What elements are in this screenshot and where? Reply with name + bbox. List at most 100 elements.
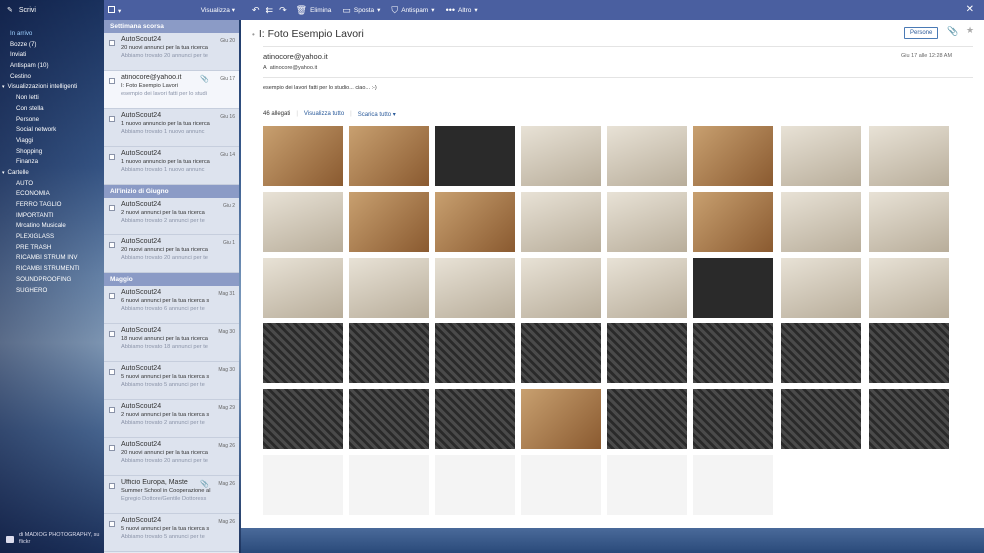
sender-name[interactable]: atinocore@yahoo.it — [263, 52, 328, 61]
paperclip-icon[interactable]: 📎 — [947, 26, 958, 37]
attachment-thumbnail[interactable] — [263, 323, 343, 383]
nav-item[interactable]: ▾ Cartelle — [0, 168, 104, 179]
attachment-thumbnail[interactable] — [693, 389, 773, 449]
attachment-thumbnail[interactable] — [869, 258, 949, 318]
delete-button[interactable]: 🗑 Elimina — [296, 5, 332, 16]
spam-button[interactable]: ⛉ Antispam ▾ — [391, 5, 434, 16]
attachment-thumbnail[interactable] — [349, 258, 429, 318]
attachment-thumbnail[interactable] — [435, 455, 515, 515]
message-checkbox[interactable] — [109, 369, 115, 376]
nav-item[interactable]: Finanza — [0, 157, 104, 168]
attachment-thumbnail[interactable] — [869, 192, 949, 252]
attachment-thumbnail[interactable] — [349, 192, 429, 252]
nav-item[interactable]: Viaggi — [0, 136, 104, 147]
nav-item[interactable]: ▾ Visualizzazioni intelligenti — [0, 82, 104, 93]
compose-button[interactable]: ✎ Scrivi — [7, 6, 36, 15]
attachment-thumbnail[interactable] — [869, 126, 949, 186]
nav-item[interactable]: SUGHERO — [0, 286, 104, 297]
forward-button[interactable]: ↷ — [279, 5, 287, 16]
list-item[interactable]: AutoScout24 Mag 26 20 nuovi annunci per la… — [104, 437, 239, 476]
nav-item[interactable]: IMPORTANTI — [0, 211, 104, 222]
attachment-thumbnail[interactable] — [435, 323, 515, 383]
move-button[interactable]: ▭ Sposta ▾ — [342, 5, 380, 16]
nav-item[interactable]: ECONOMIA — [0, 189, 104, 200]
attachment-thumbnail[interactable] — [607, 126, 687, 186]
attachment-thumbnail[interactable] — [435, 258, 515, 318]
message-checkbox[interactable] — [109, 242, 115, 249]
view-menu[interactable]: Visualizza ▾ — [201, 6, 235, 14]
nav-item[interactable]: FERRO TAGLIO — [0, 200, 104, 211]
attachment-thumbnail[interactable] — [693, 455, 773, 515]
list-item[interactable]: Ufficio Europa, Maste Mag 26 📎 Summer Schoo… — [104, 475, 239, 514]
view-all-link[interactable]: Visualizza tutto — [304, 111, 344, 118]
list-item[interactable]: atinocore@yahoo.it Giu 17 📎 I: Foto Esempio… — [104, 70, 239, 109]
list-item[interactable]: AutoScout24 Mag 30 18 nuovi annunci per la… — [104, 324, 239, 363]
reply-button[interactable]: ↶ — [252, 5, 260, 16]
nav-item[interactable]: Non letti — [0, 93, 104, 104]
nav-item[interactable]: Persone — [0, 115, 104, 126]
message-checkbox[interactable] — [109, 40, 115, 46]
nav-item[interactable]: SOUNDPROOFING — [0, 275, 104, 286]
attachment-thumbnail[interactable] — [521, 192, 601, 252]
list-item[interactable]: AutoScout24 Mag 31 6 nuovi annunci per la … — [104, 286, 239, 325]
message-checkbox[interactable] — [109, 482, 115, 489]
list-item[interactable]: AutoScout24 Mag 26 5 nuovi annunci per la … — [104, 513, 239, 552]
list-item[interactable]: AutoScout24 Giu 2 2 nuovi annunci per la t… — [104, 197, 239, 236]
nav-item[interactable]: Social network — [0, 125, 104, 136]
nav-item[interactable]: Con stella — [0, 104, 104, 115]
attachment-thumbnail[interactable] — [263, 455, 343, 515]
attachment-thumbnail[interactable] — [521, 455, 601, 515]
nav-item[interactable]: AUTO — [0, 179, 104, 190]
nav-item[interactable]: Cestino — [0, 72, 104, 83]
list-item[interactable]: AutoScout24 Mag 29 2 nuovi annunci per la … — [104, 400, 239, 438]
attachment-thumbnail[interactable] — [607, 258, 687, 318]
attachment-thumbnail[interactable] — [521, 126, 601, 186]
select-all-checkbox[interactable]: ▾ — [108, 5, 121, 15]
reply-all-button[interactable]: ⇇ — [266, 5, 274, 16]
attachment-thumbnail[interactable] — [781, 192, 861, 252]
attachment-thumbnail[interactable] — [607, 323, 687, 383]
list-item[interactable]: AutoScout24 Giu 16 1 nuovo annuncio per la… — [104, 108, 239, 147]
message-checkbox[interactable] — [109, 331, 115, 338]
list-item[interactable]: AutoScout24 Giu 14 1 nuovo annuncio per la… — [104, 146, 239, 185]
list-item[interactable]: AutoScout24 Mag 30 5 nuovi annunci per la … — [104, 362, 239, 401]
attachment-thumbnail[interactable] — [781, 258, 861, 318]
attachment-thumbnail[interactable] — [349, 389, 429, 449]
close-icon[interactable]: ✕ — [966, 4, 974, 15]
message-checkbox[interactable] — [109, 293, 115, 300]
nav-item[interactable]: PLEXIGLASS — [0, 232, 104, 243]
attachment-thumbnail[interactable] — [781, 389, 861, 449]
message-checkbox[interactable] — [109, 444, 115, 451]
attachment-thumbnail[interactable] — [607, 389, 687, 449]
attachment-thumbnail[interactable] — [263, 192, 343, 252]
message-checkbox[interactable] — [109, 153, 115, 160]
nav-item[interactable]: In arrivo — [0, 29, 104, 40]
attachment-thumbnail[interactable] — [349, 455, 429, 515]
attachment-thumbnail[interactable] — [693, 192, 773, 252]
message-checkbox[interactable] — [109, 115, 115, 122]
list-item[interactable]: AutoScout24 Giu 1 20 nuovi annunci per la … — [104, 235, 239, 274]
message-checkbox[interactable] — [109, 77, 115, 84]
download-all-link[interactable]: Scarica tutto ▾ — [358, 111, 396, 118]
attachment-thumbnail[interactable] — [521, 258, 601, 318]
nav-item[interactable]: Antispam (10) — [0, 61, 104, 72]
attachment-thumbnail[interactable] — [263, 389, 343, 449]
attachment-thumbnail[interactable] — [521, 323, 601, 383]
attachment-thumbnail[interactable] — [693, 323, 773, 383]
chevron-down-icon[interactable]: ▾ — [2, 168, 5, 179]
attachment-thumbnail[interactable] — [693, 258, 773, 318]
more-button[interactable]: ••• Altro ▾ — [446, 5, 478, 15]
attachment-thumbnail[interactable] — [435, 389, 515, 449]
nav-item[interactable]: RICAMBI STRUMENTI — [0, 264, 104, 275]
nav-item[interactable]: Mrcatino Musicale — [0, 221, 104, 232]
message-checkbox[interactable] — [109, 204, 115, 211]
nav-item[interactable]: Inviati — [0, 50, 104, 61]
attachment-thumbnail[interactable] — [435, 126, 515, 186]
persone-button[interactable]: Persone — [904, 27, 939, 39]
attachment-thumbnail[interactable] — [435, 192, 515, 252]
chevron-down-icon[interactable]: ▾ — [2, 82, 5, 93]
nav-item[interactable]: RICAMBI STRUM INV — [0, 253, 104, 264]
attachment-thumbnail[interactable] — [263, 258, 343, 318]
attachment-thumbnail[interactable] — [349, 323, 429, 383]
nav-item[interactable]: Bozze (7) — [0, 40, 104, 51]
